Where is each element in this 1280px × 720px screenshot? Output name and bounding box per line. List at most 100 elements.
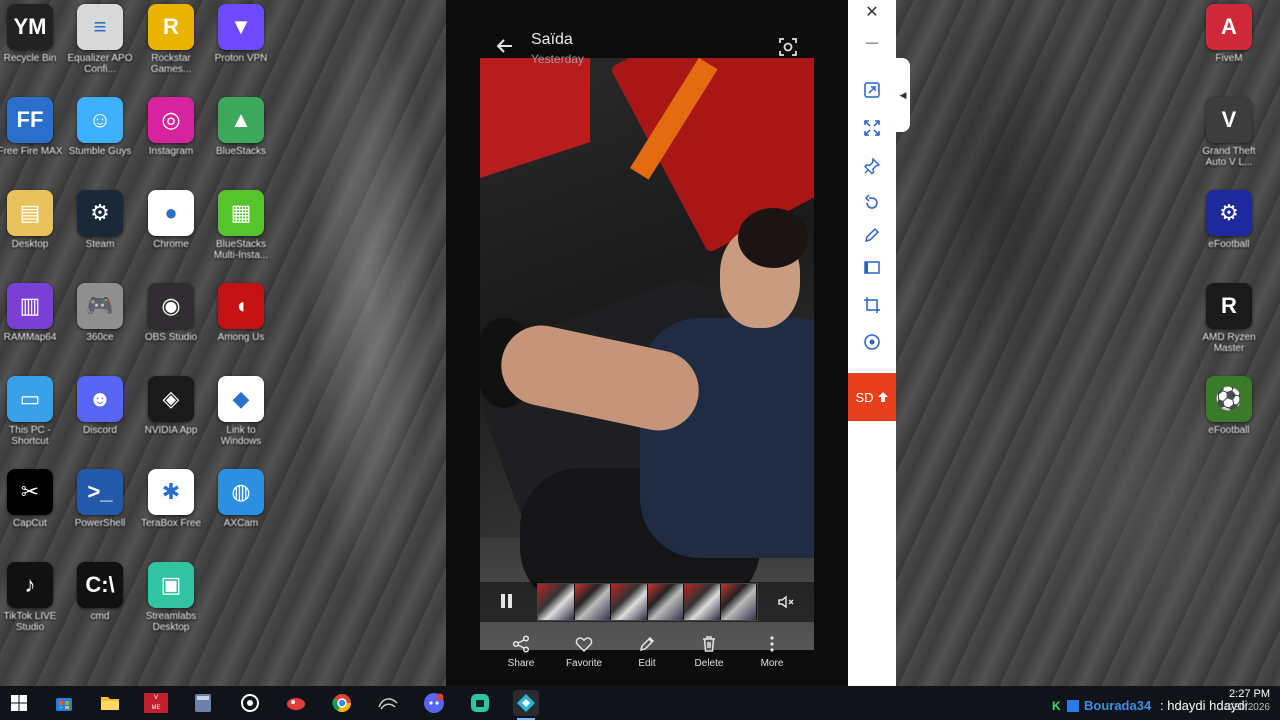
photo-viewer[interactable] [480,58,814,650]
mute-icon[interactable] [776,592,796,612]
desktop-icon-nvidia-app[interactable]: ◈ NVIDIA App [138,376,204,464]
discord-taskbar-icon[interactable] [421,690,447,716]
desktop-icon-this-pc-shortcut[interactable]: ▭ This PC - Shortcut [0,376,63,464]
efootball-icon: ⚽ [1206,376,1252,422]
pause-icon[interactable] [497,592,517,612]
pen-icon[interactable] [860,223,884,247]
discord-icon: ☻ [77,376,123,422]
recycle-bin-icon: YM [7,4,53,50]
lens-icon[interactable] [778,37,798,57]
obs-studio-icon: ◉ [148,283,194,329]
winbox-icon[interactable] [375,690,401,716]
desktop-icon-label: 360ce [86,332,114,343]
desktop-icon-label: OBS Studio [144,332,198,343]
desktop-icon-bluestacks-multi-insta[interactable]: ▦ BlueStacks Multi-Insta... [208,190,274,278]
pin-icon[interactable] [860,154,884,178]
efootball-icon: ⚙ [1206,190,1252,236]
desktop-icon-discord[interactable]: ☻ Discord [67,376,133,464]
back-arrow-icon[interactable] [494,36,516,58]
desktop-icon-among-us[interactable]: ◖ Among Us [208,283,274,371]
tiktok-live-studio-icon: ♪ [7,562,53,608]
desktop-icon-label: BlueStacks [215,146,267,157]
desktop-icon-amd-ryzen-master[interactable]: R AMD Ryzen Master [1196,283,1262,371]
desktop-icon-proton-vpn[interactable]: ▼ Proton VPN [208,4,274,92]
video-filmstrip[interactable] [537,583,758,621]
clock-time: 2:27 PM [1229,688,1270,700]
desktop-icon-efootball[interactable]: ⚽ eFootball [1196,376,1262,464]
desktop-icon-label: BlueStacks Multi-Insta... [213,239,269,261]
calculator-icon[interactable] [190,690,216,716]
desktop-icon-terabox-free[interactable]: ✱ TeraBox Free [138,469,204,557]
favorite-button[interactable]: Favorite [554,634,614,669]
kick-tray-icon[interactable]: K [1052,700,1064,712]
more-button[interactable]: More [742,634,802,669]
record-icon[interactable] [860,330,884,354]
delete-button[interactable]: Delete [679,634,739,669]
sd-label: SD [855,389,874,405]
nvidia-app-icon: ◈ [148,376,194,422]
desktop-icon-stumble-guys[interactable]: ☺ Stumble Guys [67,97,133,185]
desktop-icon-steam[interactable]: ⚙ Steam [67,190,133,278]
tray-app-icon[interactable] [1067,700,1079,712]
desktop-icon-rammap64[interactable]: ▥ RAMMap64 [0,283,63,371]
desktop-icon-equalizer-apo-confi[interactable]: ≡ Equalizer APO Confi... [67,4,133,92]
share-button[interactable]: Share [491,634,551,669]
desktop-icon-tiktok-live-studio[interactable]: ♪ TikTok LIVE Studio [0,562,63,650]
rotate-icon[interactable] [860,191,884,215]
desktop-icon-obs-studio[interactable]: ◉ OBS Studio [138,283,204,371]
desktop-icon-desktop[interactable]: ▤ Desktop [0,190,63,278]
more-label: More [760,658,784,669]
screen-icon[interactable] [860,256,884,280]
desktop-icon-capcut[interactable]: ✂ CapCut [0,469,63,557]
filmstrip-frame [611,584,648,620]
desktop-icon-grand-theft-auto-v-l[interactable]: V Grand Theft Auto V L... [1196,97,1262,185]
desktop-icon-bluestacks[interactable]: ▲ BlueStacks [208,97,274,185]
desktop-icon-powershell[interactable]: >_ PowerShell [67,469,133,557]
voice-app-badge: V ME [144,693,168,713]
desktop-icon-link-to-windows[interactable]: ◆ Link to Windows [208,376,274,464]
desktop-icon-rockstar-games[interactable]: R Rockstar Games... [138,4,204,92]
file-explorer-icon[interactable] [97,690,123,716]
filmstrip-frame [647,584,684,620]
resize-window-icon[interactable] [860,78,884,102]
desktop-icon-fivem[interactable]: A FiveM [1196,4,1262,92]
close-icon[interactable]: ✕ [860,0,884,24]
steam-taskbar-icon[interactable] [237,690,263,716]
more-vertical-icon [762,634,782,654]
streamlabs-taskbar-icon[interactable] [467,690,493,716]
desktop-icon-360ce[interactable]: 🎮 360ce [67,283,133,371]
sd-quality-button[interactable]: SD [848,373,896,421]
desktop-icon-streamlabs-desktop[interactable]: ▣ Streamlabs Desktop [138,562,204,650]
desktop-icon-efootball[interactable]: ⚙ eFootball [1196,190,1262,278]
desktop-icon-chrome[interactable]: ● Chrome [138,190,204,278]
game-app-icon[interactable] [283,690,309,716]
proton-vpn-icon: ▼ [218,4,264,50]
free-fire-max-icon: FF [7,97,53,143]
phone-link-taskbar-icon[interactable] [513,690,539,720]
pencil-icon [637,634,657,654]
desktop-icon-label: cmd [90,611,110,622]
fullscreen-icon[interactable] [860,116,884,140]
desktop-icon-cmd[interactable]: C:\ cmd [67,562,133,650]
crop-icon[interactable] [860,293,884,317]
store-icon[interactable] [51,690,77,716]
desktop-icon-label: Rockstar Games... [150,53,192,75]
collapse-arrow-icon[interactable]: ◀ [896,58,910,132]
minimize-icon[interactable]: — [860,30,884,54]
chrome-taskbar-icon[interactable] [329,690,355,716]
desktop-icon-recycle-bin[interactable]: YM Recycle Bin [0,4,63,92]
desktop-icon-label: FiveM [1215,53,1243,64]
tray-notification-user[interactable]: Bourada34 [1084,698,1151,713]
desktop-icon-free-fire-max[interactable]: FF Free Fire MAX [0,97,63,185]
powershell-icon: >_ [77,469,123,515]
windows-start-icon[interactable] [6,690,32,716]
voice-app-icon[interactable]: V ME [143,690,169,716]
desktop-icon-instagram[interactable]: ◎ Instagram [138,97,204,185]
edit-button[interactable]: Edit [617,634,677,669]
filmstrip-frame [574,584,611,620]
system-clock[interactable]: 2:27 PM 3/30/2026 [1218,688,1271,714]
desktop-icon-axcam[interactable]: ◍ AXCam [208,469,274,557]
stumble-guys-icon: ☺ [77,97,123,143]
share-icon [511,634,531,654]
desktop-icon-label: Equalizer APO Confi... [67,53,133,75]
